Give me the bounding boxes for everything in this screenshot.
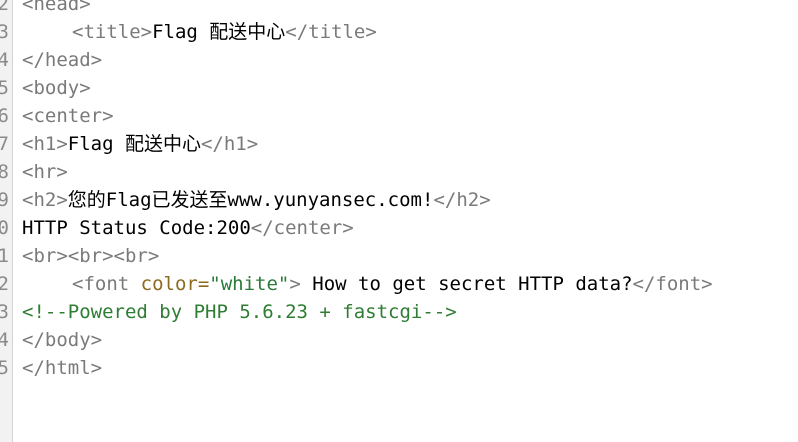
code-text: 您的Flag已发送至www.yunyansec.com! (67, 189, 434, 211)
attribute-name: color= (140, 273, 210, 295)
html-tag: </body> (22, 329, 103, 351)
code-text: How to get secret HTTP data? (300, 273, 633, 295)
line-number: 6 (0, 102, 9, 130)
code-editor[interactable]: 2 3 4 5 6 7 8 9 0 1 2 3 4 5 <head> <titl… (0, 0, 798, 442)
html-tag: </head> (22, 49, 103, 71)
html-tag: > (289, 273, 301, 295)
code-line-status: HTTP Status Code:200</center> (22, 214, 354, 242)
line-number: 2 (0, 0, 9, 18)
attribute-value: "white" (209, 273, 290, 295)
code-line-h2: <h2>您的Flag已发送至www.yunyansec.com!</h2> (22, 186, 491, 214)
html-tag: <br><br><br> (22, 245, 160, 267)
line-number: 3 (0, 298, 9, 326)
code-text: Flag 配送中心 (152, 21, 286, 43)
code-line-center-open: <center> (22, 102, 114, 130)
html-comment: <!--Powered by PHP 5.6.23 + fastcgi--> (22, 301, 457, 323)
code-line-font: <font color="white"> How to get secret H… (22, 270, 713, 298)
line-number: 1 (0, 242, 9, 270)
code-line-h1: <h1>Flag 配送中心</h1> (22, 130, 258, 158)
line-number: 5 (0, 74, 9, 102)
line-number: 2 (0, 270, 9, 298)
html-tag: </h2> (433, 189, 491, 211)
code-line-body-close: </body> (22, 326, 102, 354)
html-tag: <h2> (22, 189, 68, 211)
html-tag: </h1> (200, 133, 259, 155)
code-line-br: <br><br><br> (22, 242, 159, 270)
line-number: 0 (0, 214, 9, 242)
html-tag: <font (72, 273, 141, 295)
line-number-gutter: 2 3 4 5 6 7 8 9 0 1 2 3 4 5 (0, 0, 13, 442)
code-text: HTTP Status Code:200 (22, 217, 251, 239)
code-area[interactable]: <head> <title>Flag 配送中心</title> </head> … (22, 0, 798, 442)
html-tag: </title> (285, 21, 377, 43)
code-line-head-open: <head> (22, 0, 91, 18)
code-line-head-close: </head> (22, 46, 102, 74)
code-line-comment: <!--Powered by PHP 5.6.23 + fastcgi--> (22, 298, 457, 326)
line-number: 8 (0, 158, 9, 186)
line-number: 7 (0, 130, 9, 158)
line-number: 3 (0, 18, 9, 46)
html-tag: <hr> (22, 161, 68, 183)
html-tag: <title> (72, 21, 153, 43)
html-tag: <center> (22, 105, 114, 127)
code-line-title: <title>Flag 配送中心</title> (22, 18, 377, 46)
line-number: 4 (0, 46, 9, 74)
html-tag: </font> (632, 273, 713, 295)
code-line-html-close: </html> (22, 354, 102, 382)
line-number: 9 (0, 186, 9, 214)
html-tag: <head> (22, 0, 91, 15)
code-line-body-open: <body> (22, 74, 91, 102)
html-tag: </html> (22, 357, 103, 379)
html-tag: <h1> (22, 133, 68, 155)
line-number: 5 (0, 354, 9, 382)
html-tag: </center> (250, 217, 354, 239)
code-line-hr: <hr> (22, 158, 68, 186)
line-number: 4 (0, 326, 9, 354)
code-text: Flag 配送中心 (67, 133, 201, 155)
html-tag: <body> (22, 77, 91, 99)
